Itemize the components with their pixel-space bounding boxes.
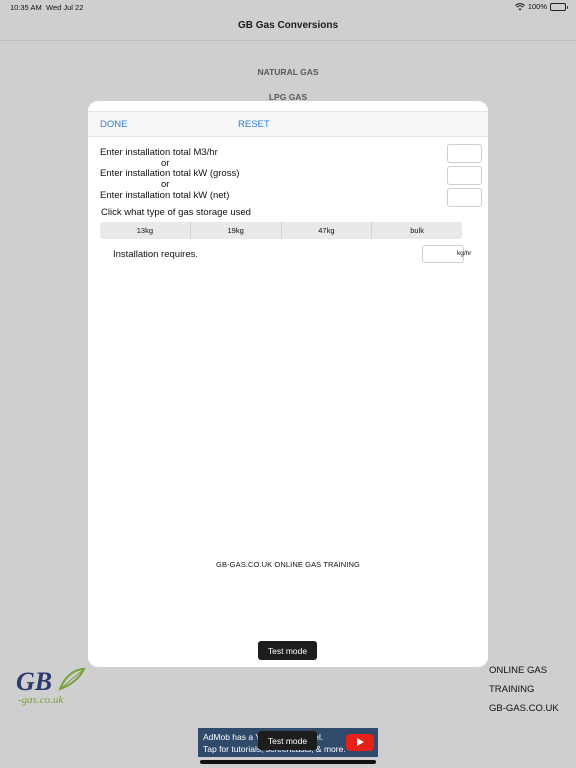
menu-natural-gas[interactable]: NATURAL GAS — [0, 67, 576, 77]
gb-gas-logo: GB -gas.co.uk — [16, 667, 86, 706]
kw-net-input[interactable] — [447, 188, 482, 207]
m3hr-label: Enter installation total M3/hr — [100, 147, 218, 158]
svg-text:GB: GB — [16, 667, 52, 696]
storage-option-47kg[interactable]: 47kg — [280, 222, 372, 239]
storage-option-13kg[interactable]: 13kg — [100, 222, 190, 239]
status-time: 10:35 AM — [10, 3, 42, 12]
nav-divider — [0, 40, 576, 41]
link-training[interactable]: TRAINING — [489, 680, 559, 699]
status-right: 100% — [514, 2, 568, 11]
nav-title: GB Gas Conversions — [237, 20, 339, 31]
status-bar: 10:35 AM Wed Jul 22 100% — [0, 0, 576, 14]
requires-unit: kg/hr — [457, 250, 472, 257]
battery-percent: 100% — [527, 2, 547, 11]
kw-gross-input[interactable] — [447, 166, 482, 185]
test-mode-badge: Test mode — [258, 641, 317, 660]
youtube-play-icon[interactable] — [346, 734, 374, 751]
storage-option-bulk[interactable]: bulk — [371, 222, 462, 239]
svg-text:-gas.co.uk: -gas.co.uk — [18, 694, 64, 706]
reset-button[interactable]: RESET — [238, 119, 270, 130]
battery-icon — [550, 2, 568, 11]
ad-test-mode-badge: Test mode — [258, 731, 317, 750]
storage-option-19kg[interactable]: 19kg — [189, 222, 281, 239]
lpg-calculator-modal: DONE RESET Enter installation total M3/h… — [88, 101, 488, 667]
done-button[interactable]: DONE — [100, 119, 127, 130]
background-links: ONLINE GAS TRAINING GB-GAS.CO.UK — [489, 661, 559, 718]
kw-net-label: Enter installation total kW (net) — [100, 190, 230, 201]
modal-toolbar: DONE RESET — [88, 111, 488, 137]
link-online-gas[interactable]: ONLINE GAS — [489, 661, 559, 680]
wifi-icon — [514, 2, 525, 10]
or-label: or — [161, 179, 170, 190]
modal-footer-text: GB-GAS.CO.UK ONLINE GAS TRAINING — [216, 560, 360, 569]
status-date: Wed Jul 22 — [46, 3, 84, 12]
kw-gross-label: Enter installation total kW (gross) — [100, 168, 240, 179]
requires-label: Installation requires. — [113, 249, 199, 260]
storage-type-segmented-control: 13kg 19kg 47kg bulk — [100, 222, 462, 239]
home-indicator[interactable] — [200, 760, 376, 764]
link-website[interactable]: GB-GAS.CO.UK — [489, 699, 559, 718]
storage-prompt: Click what type of gas storage used — [101, 207, 251, 218]
m3hr-input[interactable] — [447, 144, 482, 163]
